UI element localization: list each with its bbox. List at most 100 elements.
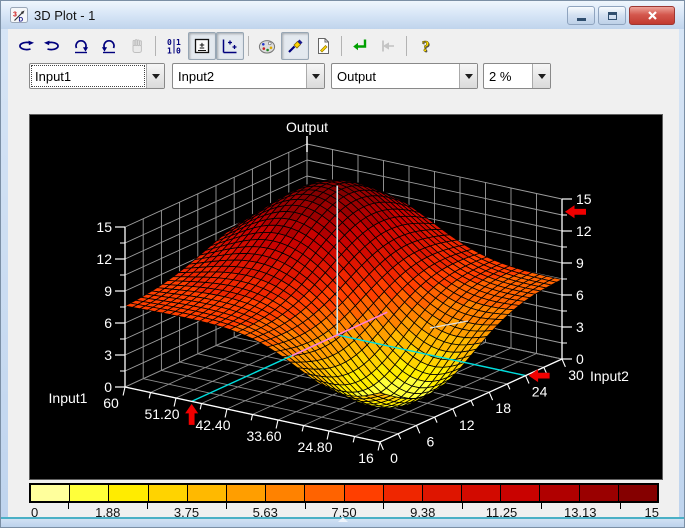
- colorbar-gradient: [29, 483, 659, 503]
- maximize-button[interactable]: [598, 6, 626, 25]
- dropdown-arrow-icon[interactable]: [459, 64, 477, 88]
- svg-text:15: 15: [96, 219, 112, 235]
- svg-text:0: 0: [576, 351, 584, 367]
- svg-text:15: 15: [576, 191, 592, 207]
- svg-text:12: 12: [459, 417, 475, 433]
- colorbar-tick: [383, 503, 385, 509]
- svg-text:12: 12: [96, 251, 112, 267]
- svg-text:3: 3: [576, 319, 584, 335]
- paintbrush-icon: [288, 39, 303, 53]
- rotate-left-button[interactable]: [11, 32, 39, 60]
- svg-text:0: 0: [104, 379, 112, 395]
- colorbar-cell: [540, 485, 580, 501]
- reset-view-button[interactable]: [374, 32, 402, 60]
- colorbar-cell: [31, 485, 71, 501]
- colorbar-cell: [148, 485, 188, 501]
- svg-text:Input2: Input2: [590, 368, 629, 384]
- x-axis-select-value: Input1: [30, 64, 146, 88]
- svg-text:6: 6: [104, 315, 112, 331]
- palette-button[interactable]: [253, 32, 281, 60]
- plot-3d[interactable]: 0 3 6 9 12 15 0 3 6 9 12 15 60 51.20 42.40 33.60 24.80 16…: [29, 114, 663, 480]
- svg-text:0: 0: [176, 47, 181, 56]
- page-icon: [318, 38, 329, 54]
- svg-text:3: 3: [13, 12, 17, 19]
- colorbar-tick: [619, 503, 621, 509]
- svg-text:6: 6: [576, 287, 584, 303]
- colorbar-cell: [266, 485, 306, 501]
- resolution-select[interactable]: 2 %: [483, 63, 551, 89]
- colorbar-cell: [618, 485, 657, 501]
- colorbar-cell: [579, 485, 619, 501]
- window-controls: [567, 6, 675, 25]
- svg-text:0: 0: [390, 450, 398, 466]
- svg-text:?: ?: [422, 39, 430, 56]
- trace-arrow-icon: [353, 39, 367, 51]
- colorbar-tick: [225, 503, 227, 509]
- dropdown-arrow-icon[interactable]: [532, 64, 550, 88]
- colorbar-cell: [383, 485, 423, 501]
- y-axis-select[interactable]: Input2: [172, 63, 325, 89]
- rotate-right-button[interactable]: [39, 32, 67, 60]
- colorbar-cell: [462, 485, 502, 501]
- svg-text:9: 9: [576, 255, 584, 271]
- y-axis-select-value: Input2: [178, 69, 215, 84]
- colorbar: 0 1.88 3.75 5.63 7.50 9.38 11.25 13.13 15: [29, 483, 661, 520]
- resize-grip[interactable]: [337, 517, 348, 522]
- svg-text:60: 60: [103, 395, 119, 411]
- pan-hand-button[interactable]: [123, 32, 151, 60]
- axes-toggle-button[interactable]: [216, 32, 244, 60]
- svg-text:12: 12: [576, 223, 592, 239]
- palette-icon: [258, 40, 276, 54]
- z-axis-select[interactable]: Output: [331, 63, 478, 89]
- toolbar-separator: [341, 36, 342, 56]
- svg-text:42.40: 42.40: [195, 417, 230, 433]
- toolbar: 01 10 ± ? ?: [8, 30, 679, 62]
- rotate-right-icon: [44, 40, 59, 51]
- dropdown-arrow-icon[interactable]: [146, 64, 164, 88]
- toolbar-separator: [155, 36, 156, 56]
- rotate-down-icon: [101, 40, 115, 54]
- minimize-button[interactable]: [567, 6, 595, 25]
- minimize-icon: [576, 17, 586, 21]
- svg-text:18: 18: [495, 400, 511, 416]
- colorbar-tick: [304, 503, 306, 509]
- rotate-left-icon: [19, 40, 34, 51]
- svg-text:1: 1: [167, 47, 172, 56]
- colorbar-cell: [305, 485, 345, 501]
- close-icon: [647, 11, 657, 20]
- colorbar-cell: [226, 485, 267, 501]
- paint-surface-button[interactable]: [281, 32, 309, 60]
- colorbar-cell: [70, 485, 110, 501]
- page-options-button[interactable]: [309, 32, 337, 60]
- app-icon: 3 D: [10, 7, 28, 23]
- rotate-up-button[interactable]: [67, 32, 95, 60]
- trace-button[interactable]: [346, 32, 374, 60]
- colorbar-cell: [501, 485, 541, 501]
- window-content: 01 10 ± ? ? Input1 Input2 Output 2 % 0 3…: [8, 29, 679, 520]
- toolbar-separator: [406, 36, 407, 56]
- svg-text:3: 3: [104, 347, 112, 363]
- colorbar-tick: [462, 503, 464, 509]
- toolbar-separator: [248, 36, 249, 56]
- axis-box-toggle-button[interactable]: ±: [188, 32, 216, 60]
- rotate-up-icon: [75, 40, 89, 54]
- z-axis-select-value: Output: [337, 69, 377, 84]
- binary-values-button[interactable]: 01 10: [160, 32, 188, 60]
- window-title: 3D Plot - 1: [34, 7, 96, 23]
- rotate-down-button[interactable]: [95, 32, 123, 60]
- help-button[interactable]: ? ?: [411, 32, 439, 60]
- binary-values-icon: 01 10: [167, 38, 181, 56]
- titlebar[interactable]: 3 D 3D Plot - 1: [1, 1, 684, 29]
- axis-box-icon: ±: [194, 38, 210, 54]
- svg-text:16: 16: [358, 450, 374, 466]
- colorbar-tick: [68, 503, 70, 509]
- colorbar-tick: [540, 503, 542, 509]
- close-button[interactable]: [629, 6, 675, 25]
- colorbar-cell: [422, 485, 463, 501]
- svg-text:33.60: 33.60: [246, 428, 281, 444]
- dropdown-arrow-icon[interactable]: [306, 64, 324, 88]
- x-axis-select[interactable]: Input1: [29, 63, 165, 89]
- colorbar-cell: [344, 485, 384, 501]
- help-icon: ? ?: [421, 38, 430, 56]
- surface-plot-canvas[interactable]: 03691215036912156051.2042.4033.6024.8016…: [30, 115, 662, 479]
